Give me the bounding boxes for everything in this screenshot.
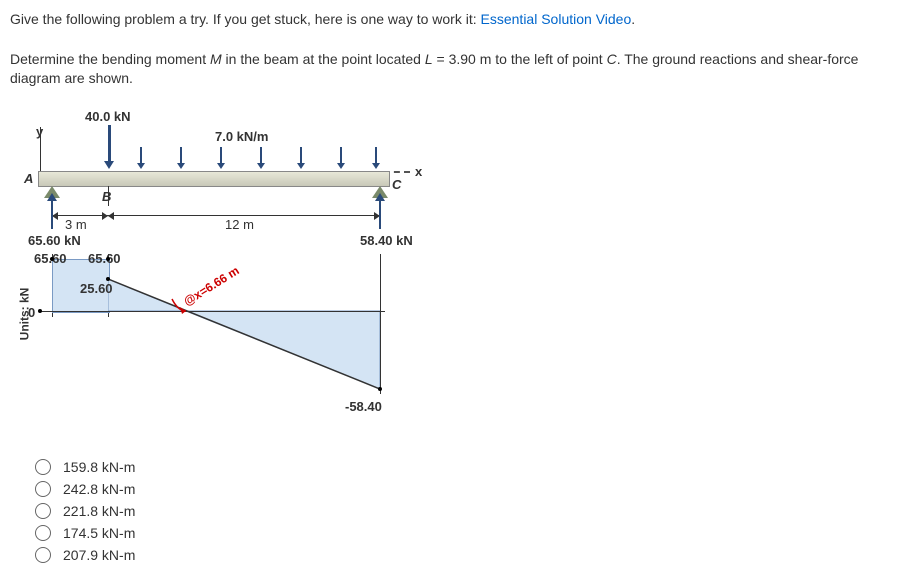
dist-arrow bbox=[300, 147, 302, 163]
option-row[interactable]: 159.8 kN-m bbox=[35, 459, 892, 475]
intro-part1: Give the following problem a try. If you… bbox=[10, 11, 481, 27]
point-load-arrow bbox=[108, 125, 111, 161]
option-label: 174.5 kN-m bbox=[63, 525, 135, 541]
dim-bc-line bbox=[108, 215, 380, 216]
radio-icon[interactable] bbox=[35, 459, 51, 475]
point-b-label: B bbox=[102, 189, 111, 204]
dist-arrow bbox=[375, 147, 377, 163]
dist-load-label: 7.0 kN/m bbox=[215, 129, 268, 144]
b-tick bbox=[108, 186, 109, 206]
point-c-label: C bbox=[392, 177, 401, 192]
dim-bc-label: 12 m bbox=[225, 217, 254, 232]
dist-arrow bbox=[140, 147, 142, 163]
option-row[interactable]: 174.5 kN-m bbox=[35, 525, 892, 541]
dim-ab-line bbox=[52, 215, 108, 216]
shear-dot bbox=[106, 257, 110, 261]
var-m: M bbox=[210, 51, 222, 67]
radio-icon[interactable] bbox=[35, 525, 51, 541]
question-text: Determine the bending moment M in the be… bbox=[10, 50, 892, 89]
reaction-c-arrow bbox=[379, 201, 381, 229]
option-row[interactable]: 242.8 kN-m bbox=[35, 481, 892, 497]
option-label: 159.8 kN-m bbox=[63, 459, 135, 475]
shear-dot bbox=[378, 387, 382, 391]
shear-y-units: Units: kN bbox=[17, 287, 31, 340]
shear-triangle bbox=[108, 279, 380, 394]
point-load-label: 40.0 kN bbox=[85, 109, 131, 124]
option-row[interactable]: 221.8 kN-m bbox=[35, 503, 892, 519]
option-label: 207.9 kN-m bbox=[63, 547, 135, 563]
intro-text: Give the following problem a try. If you… bbox=[10, 10, 892, 30]
point-a-label: A bbox=[24, 171, 33, 186]
option-label: 242.8 kN-m bbox=[63, 481, 135, 497]
dist-arrow bbox=[220, 147, 222, 163]
var-c: C bbox=[607, 51, 617, 67]
solution-video-link[interactable]: Essential Solution Video bbox=[481, 11, 632, 27]
var-l: L bbox=[425, 51, 433, 67]
intro-part2: . bbox=[631, 11, 635, 27]
reaction-a-arrow bbox=[51, 201, 53, 229]
option-label: 221.8 kN-m bbox=[63, 503, 135, 519]
shear-v3-label: 25.60 bbox=[80, 281, 113, 296]
dim-ab-label: 3 m bbox=[65, 217, 87, 232]
answer-options: 159.8 kN-m 242.8 kN-m 221.8 kN-m 174.5 k… bbox=[35, 459, 892, 563]
zero-dot bbox=[38, 309, 42, 313]
option-row[interactable]: 207.9 kN-m bbox=[35, 547, 892, 563]
beam-body bbox=[38, 171, 390, 187]
radio-icon[interactable] bbox=[35, 481, 51, 497]
beam-figure: y 40.0 kN 7.0 kN/m x A B C 3 m 12 m 65.6… bbox=[20, 109, 440, 429]
dist-arrow bbox=[180, 147, 182, 163]
dist-arrow bbox=[260, 147, 262, 163]
shear-v2-label: 65.60 bbox=[88, 251, 121, 266]
shear-dot bbox=[50, 257, 54, 261]
radio-icon[interactable] bbox=[35, 503, 51, 519]
shear-dot bbox=[106, 277, 110, 281]
shear-zero-axis bbox=[40, 311, 385, 312]
dist-arrow bbox=[340, 147, 342, 163]
zero-cross-arrow bbox=[170, 297, 190, 315]
y-axis-line bbox=[40, 127, 41, 172]
reaction-c-label: 58.40 kN bbox=[360, 233, 413, 248]
radio-icon[interactable] bbox=[35, 547, 51, 563]
x-axis-label: x bbox=[415, 164, 422, 179]
shear-vline bbox=[380, 254, 381, 394]
shear-v4-label: -58.40 bbox=[345, 399, 382, 414]
reaction-a-label: 65.60 kN bbox=[28, 233, 81, 248]
